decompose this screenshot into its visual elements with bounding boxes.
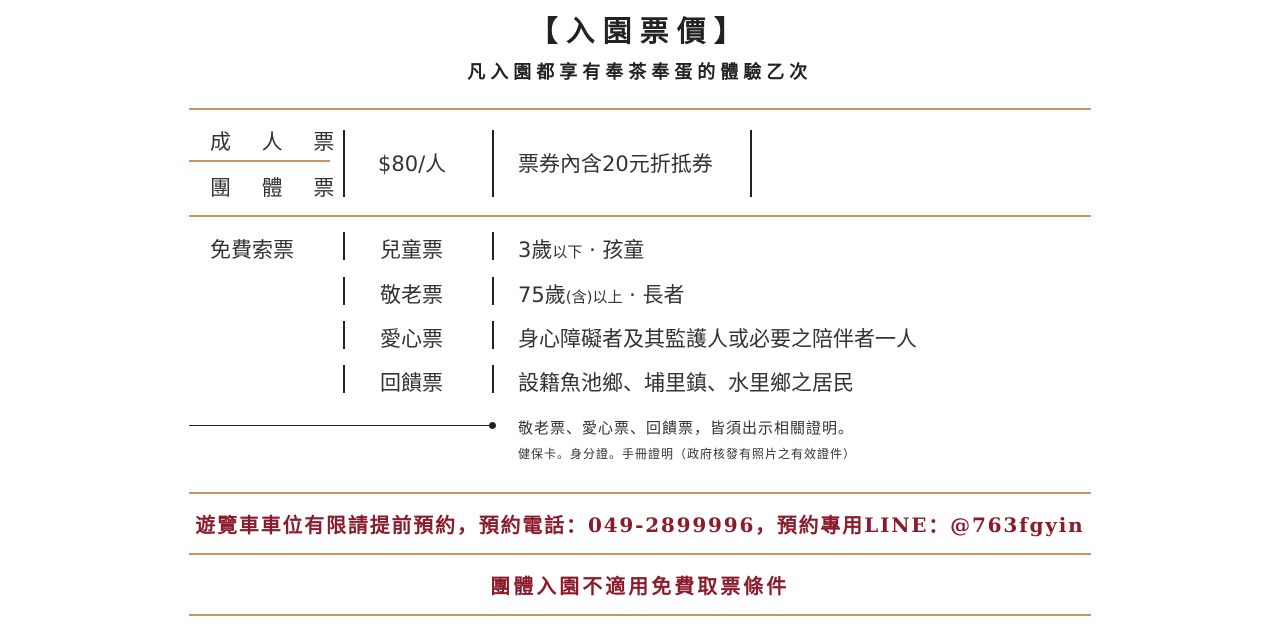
column-separator: [492, 130, 494, 197]
proof-requirement-note: 敬老票、愛心票、回饋票，皆須出示相關證明。: [518, 419, 855, 437]
free-ticket-desc: 設籍魚池鄉、埔里鎮、水里鄉之居民: [518, 371, 854, 395]
note-pointer-dot: [489, 422, 496, 429]
divider-banner-middle: [189, 553, 1091, 555]
column-separator: [343, 321, 345, 349]
adult-ticket-label: 成 人 票: [210, 130, 347, 154]
ticket-note: 票券內含20元折抵券: [518, 152, 713, 176]
proof-documents-note: 健保卡。身分證。手冊證明（政府核發有照片之有效證件）: [518, 447, 857, 461]
divider-middle: [189, 215, 1091, 217]
note-pointer-line: [189, 425, 491, 426]
reservation-notice: 遊覽車車位有限請提前預約，預約電話：049-2899996，預約專用LINE：@…: [195, 513, 1085, 537]
column-separator: [343, 365, 345, 393]
column-separator: [343, 232, 345, 260]
free-ticket-name: 愛心票: [380, 327, 443, 351]
free-ticket-name: 回饋票: [380, 371, 443, 395]
free-ticket-name: 兒童票: [380, 238, 443, 262]
free-ticket-label: 免費索票: [210, 238, 294, 262]
group-ticket-label: 團 體 票: [210, 176, 347, 200]
divider-top: [189, 108, 1091, 110]
divider-bottom: [189, 614, 1091, 616]
column-separator: [492, 232, 494, 260]
column-separator: [492, 321, 494, 349]
free-ticket-name: 敬老票: [380, 283, 443, 307]
divider-banner-top: [189, 492, 1091, 494]
column-separator: [492, 365, 494, 393]
group-entry-notice: 團體入園不適用免費取票條件: [490, 574, 790, 598]
free-ticket-desc: 身心障礙者及其監護人或必要之陪伴者一人: [518, 327, 917, 351]
page-subtitle: 凡入園都享有奉茶奉蛋的體驗乙次: [467, 62, 813, 83]
page-title: 【入園票價】: [528, 14, 751, 48]
column-separator: [750, 130, 752, 197]
column-separator: [343, 277, 345, 305]
column-separator: [343, 130, 345, 197]
ticket-price: $80/人: [378, 152, 447, 176]
free-ticket-desc: 3歲以下 · 孩童: [518, 238, 645, 262]
ticket-type-divider: [189, 160, 330, 162]
column-separator: [492, 277, 494, 305]
free-ticket-desc: 75歲(含)以上 · 長者: [518, 283, 685, 307]
